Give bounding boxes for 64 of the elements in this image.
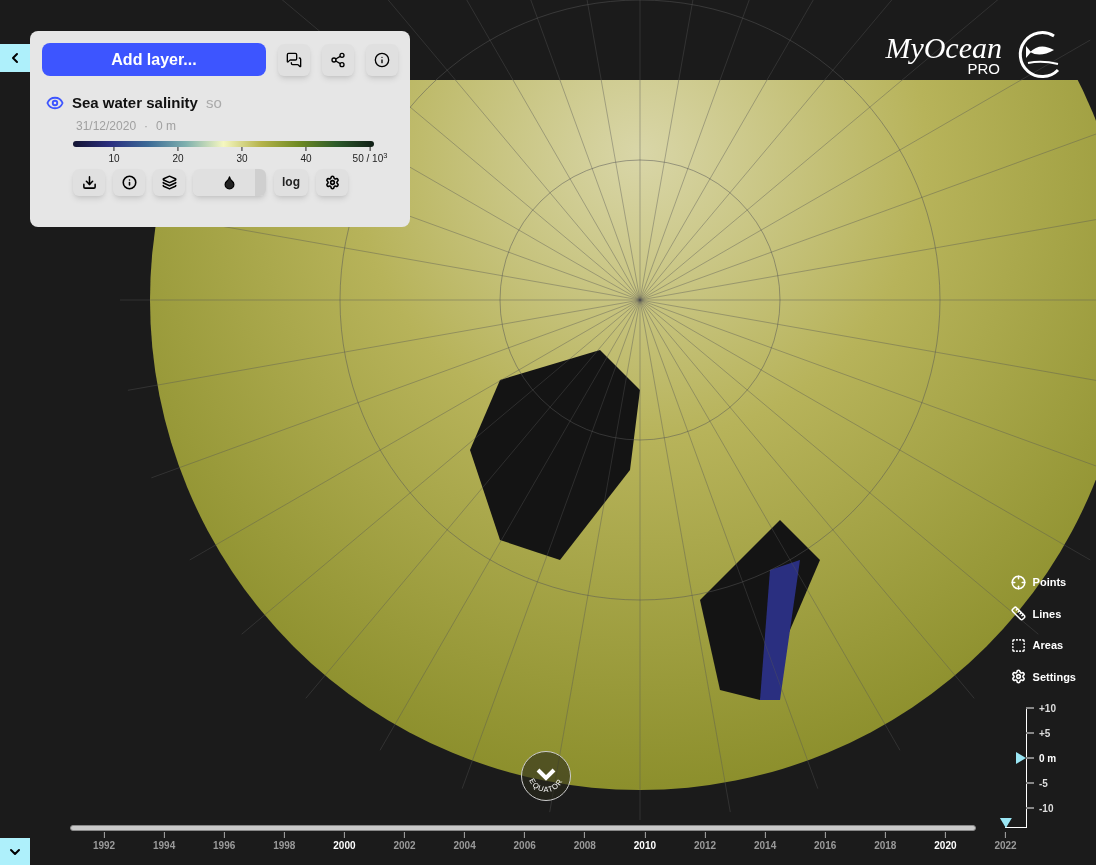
depth-label: +5 bbox=[1039, 726, 1051, 741]
comments-button[interactable] bbox=[278, 43, 310, 76]
year-label: 1998 bbox=[273, 839, 296, 853]
map-tool-button[interactable]: Settings bbox=[1010, 668, 1076, 685]
share-button[interactable] bbox=[322, 43, 354, 76]
download-button[interactable] bbox=[73, 168, 105, 196]
timeline-track[interactable] bbox=[70, 825, 976, 831]
layer-name: Sea water salinity bbox=[72, 93, 198, 113]
year-label: 2006 bbox=[513, 839, 536, 853]
year-label: 2008 bbox=[573, 839, 596, 853]
logo-pro-text: PRO bbox=[967, 60, 1000, 76]
depth-marker[interactable] bbox=[1016, 752, 1026, 764]
year-label: 2010 bbox=[633, 839, 656, 853]
crosshair-icon bbox=[1010, 574, 1026, 590]
layer-date: 31/12/2020 bbox=[76, 117, 137, 135]
layers-button[interactable] bbox=[153, 168, 185, 196]
map-tool-button[interactable]: Areas bbox=[1010, 637, 1064, 654]
year-label: 2004 bbox=[453, 839, 476, 853]
layer-info-button[interactable] bbox=[113, 168, 145, 196]
settings-icon bbox=[1010, 669, 1026, 685]
year-label: 2016 bbox=[814, 839, 837, 853]
year-label: 2018 bbox=[874, 839, 897, 853]
log-button[interactable]: log bbox=[274, 168, 308, 196]
add-layer-button[interactable]: Add layer... bbox=[42, 43, 266, 76]
year-label: 1994 bbox=[152, 839, 176, 853]
year-label: 2002 bbox=[393, 839, 416, 853]
year-label: 1992 bbox=[92, 839, 116, 853]
depth-label: +10 bbox=[1039, 701, 1056, 716]
ruler-icon bbox=[1010, 606, 1026, 622]
layer-code: so bbox=[205, 93, 222, 113]
layer-settings-button[interactable] bbox=[316, 168, 348, 196]
year-label: 2000 bbox=[333, 839, 356, 853]
map-tool-button[interactable]: Points bbox=[1010, 574, 1067, 591]
year-label: 2014 bbox=[753, 839, 777, 853]
time-marker[interactable] bbox=[999, 818, 1012, 828]
droplet-icon bbox=[222, 174, 237, 190]
share-icon bbox=[330, 51, 346, 68]
depth-label: 0 m bbox=[1039, 751, 1057, 766]
colorbar-tick-label: 30 bbox=[236, 151, 248, 166]
area-icon bbox=[1010, 637, 1026, 653]
year-label: 2012 bbox=[693, 839, 717, 853]
colorbar-tick-label: 50 / 10$^{3}$ bbox=[352, 150, 388, 166]
info-icon bbox=[121, 174, 137, 190]
depth-label: -5 bbox=[1039, 776, 1048, 791]
map-tool-button[interactable]: Lines bbox=[1010, 605, 1062, 622]
speech-bubbles-icon bbox=[286, 51, 302, 68]
colorbar-tick-label: 40 bbox=[300, 151, 312, 166]
year-label: 1996 bbox=[213, 839, 236, 853]
settings-icon bbox=[324, 174, 340, 190]
info-button[interactable] bbox=[366, 43, 398, 76]
expand-tab[interactable] bbox=[0, 838, 30, 865]
separator-dot: · bbox=[144, 117, 149, 135]
download-icon bbox=[81, 174, 97, 190]
collapse-tab[interactable] bbox=[0, 44, 30, 72]
year-label: 2020 bbox=[934, 839, 957, 853]
logo-script-text: MyOcean bbox=[885, 32, 1002, 63]
colorbar-tick-label: 10 bbox=[108, 151, 120, 166]
depth-label: -10 bbox=[1039, 801, 1054, 816]
year-label: 2022 bbox=[994, 839, 1017, 853]
layers-icon bbox=[161, 174, 177, 190]
info-icon bbox=[374, 51, 390, 68]
layer-depth: 0 m bbox=[156, 117, 177, 135]
opacity-button[interactable] bbox=[193, 168, 266, 196]
colorbar-tick-label: 20 bbox=[172, 151, 184, 166]
